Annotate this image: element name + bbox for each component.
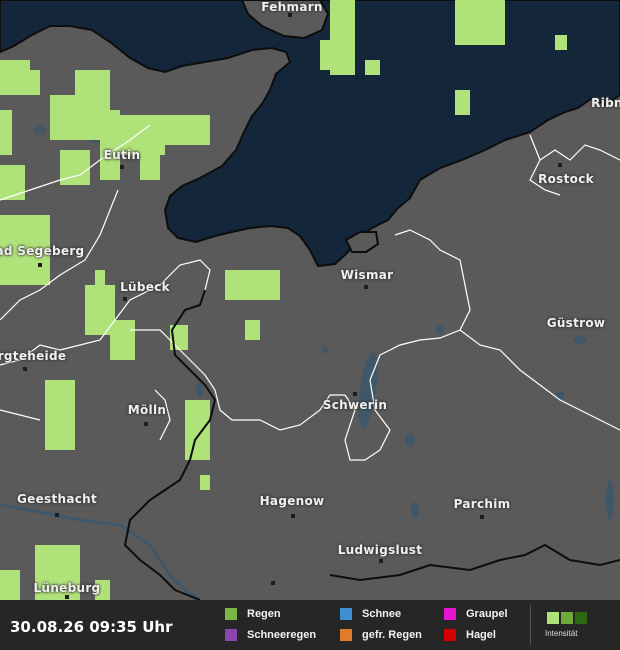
city-label-fehmarn: Fehmarn [261,0,323,14]
legend-swatch-gefr-regen [340,629,352,641]
city-label-luebeck: Lübeck [120,280,170,294]
city-dot-hagenow-south [271,581,275,585]
legend-swatch-schneeregen [225,629,237,641]
city-label-rostock: Rostock [538,172,594,186]
legend-label-graupel: Graupel [466,608,508,620]
city-label-guestrow: Güstrow [546,316,606,330]
map-base [0,0,620,600]
city-label-hagenow: Hagenow [259,494,325,508]
city-dot-wismar [364,285,368,289]
radar-map[interactable]: Fehmarn Ribn Eutin Rostock ad Segeberg W… [0,0,620,600]
intensity-label: Intensität [545,629,578,638]
city-label-ludwigslust: Ludwigslust [337,543,423,557]
city-label-geesthacht: Geesthacht [16,492,98,506]
city-dot-ludwigslust [379,559,383,563]
intensity-swatch-heavy [575,612,587,624]
city-dot-bargteheide [23,367,27,371]
legend-label-schnee: Schnee [362,608,402,620]
legend-swatch-graupel [444,608,456,620]
city-dot-lueneburg [65,595,69,599]
city-label-parchim: Parchim [453,497,511,511]
city-dot-geesthacht [55,513,59,517]
legend-label-hagel: Hagel [466,629,496,641]
legend-swatch-regen [225,608,237,620]
city-dot-rostock [558,163,562,167]
intensity-swatch-light [547,612,559,624]
city-label-bargteheide: rgteheide [0,349,67,363]
legend-label-schneeregen: Schneeregen [247,629,317,641]
legend-bar: 30.08.26 09:35 Uhr Regen Schneeregen Sch… [0,600,620,650]
legend-swatch-hagel [444,629,456,641]
city-dot-schwerin [353,392,357,396]
city-dot-bad-segeberg [38,263,42,267]
city-dot-luebeck [123,297,127,301]
city-label-wismar: Wismar [340,268,394,282]
city-dot-hagenow [291,514,295,518]
legend-separator [530,605,531,645]
legend-swatch-schnee [340,608,352,620]
city-label-lueneburg: Lüneburg [33,581,101,595]
city-label-moelln: Mölln [127,403,167,417]
timestamp: 30.08.26 09:35 Uhr [10,618,173,636]
city-dot-parchim [480,515,484,519]
legend-label-regen: Regen [247,608,281,620]
city-label-eutin: Eutin [103,148,141,162]
legend-label-gefr-regen: gefr. Regen [362,629,422,641]
city-dot-eutin [120,165,124,169]
city-label-schwerin: Schwerin [322,398,388,412]
city-dot-moelln [144,422,148,426]
city-label-ribnitz: Ribn [591,96,620,110]
intensity-swatch-medium [561,612,573,624]
city-label-bad-segeberg: ad Segeberg [0,244,85,258]
